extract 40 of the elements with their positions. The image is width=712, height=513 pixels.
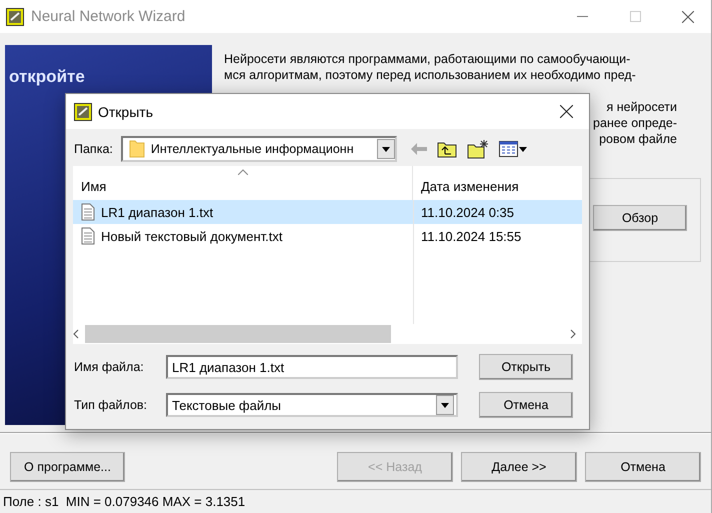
filetype-label: Тип файлов: — [74, 398, 148, 412]
text-file-icon — [81, 227, 95, 245]
close-icon[interactable] — [682, 10, 694, 22]
dropdown-arrow-icon[interactable] — [441, 402, 449, 408]
scroll-left-icon[interactable] — [73, 329, 79, 339]
intro-text: ровом файле — [599, 131, 677, 147]
dropdown-arrow-icon[interactable] — [382, 146, 390, 152]
cancel-button[interactable]: Отмена — [479, 392, 573, 418]
sort-caret-icon — [238, 169, 248, 175]
intro-text: мся алгоритмам, поэтому перед использованием их необходимо пред- — [224, 67, 637, 83]
minimize-icon[interactable] — [576, 16, 588, 17]
dialog-title: Открыть — [98, 104, 154, 120]
window-title: Neural Network Wizard — [31, 8, 186, 25]
status-text: Поле : s1 MIN = 0.079346 MAX = 3.1351 — [3, 494, 246, 509]
new-folder-icon[interactable] — [466, 140, 489, 158]
scroll-right-icon[interactable] — [570, 329, 576, 339]
intro-text: ранее опреде- — [593, 115, 677, 131]
open-button[interactable]: Открыть — [479, 354, 573, 380]
folder-label: Папка: — [74, 142, 113, 156]
wizard-button[interactable]: Отмена — [585, 452, 701, 482]
view-menu-icon[interactable] — [498, 141, 527, 157]
folder-icon — [128, 140, 145, 158]
folder-dropdown[interactable]: Интеллектуальные информационн — [120, 136, 397, 162]
filename-label: Имя файла: — [74, 360, 145, 374]
date-column-header[interactable]: Дата изменения — [413, 166, 582, 200]
filename-field[interactable]: LR1 диапазон 1.txt — [166, 355, 458, 379]
intro-text: я нейросети — [606, 99, 677, 115]
app-icon — [74, 102, 92, 120]
banner-headline: откройте — [8, 67, 86, 87]
browse-button[interactable]: Обзор — [593, 205, 687, 231]
filetype-dropdown[interactable]: Текстовые файлы — [166, 393, 458, 417]
file-date: 11.10.2024 0:35 — [413, 200, 582, 224]
wizard-button[interactable]: Далее >> — [461, 452, 577, 482]
intro-text: Нейросети являются программами, работающими по самообучающи- — [224, 51, 632, 67]
close-icon[interactable] — [560, 105, 572, 118]
file-name[interactable]: LR1 диапазон 1.txt — [73, 200, 413, 224]
wizard-button[interactable]: О программе... — [10, 452, 125, 482]
text-file-icon — [81, 203, 95, 221]
app-icon — [6, 8, 24, 26]
up-folder-icon[interactable] — [436, 140, 457, 158]
